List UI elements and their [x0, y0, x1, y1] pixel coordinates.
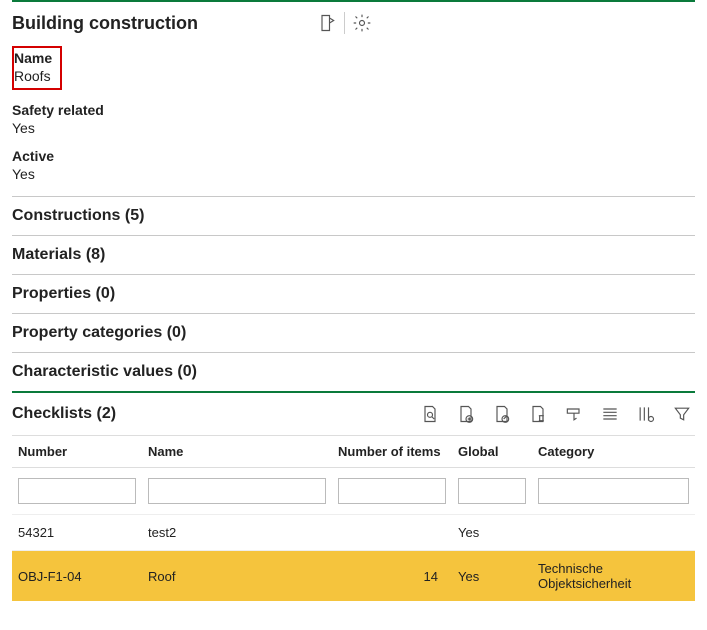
filter-name[interactable]: [148, 478, 326, 504]
checklists-toolbar: [417, 401, 695, 427]
cell-count: [332, 515, 452, 551]
filter-icon[interactable]: [669, 401, 695, 427]
cell-number: OBJ-F1-04: [12, 551, 142, 602]
safety-value: Yes: [12, 120, 695, 136]
safety-related-field: Safety related Yes: [12, 102, 695, 136]
cell-global: Yes: [452, 515, 532, 551]
name-value: Roofs: [14, 68, 52, 84]
checklists-title[interactable]: Checklists (2): [12, 405, 116, 423]
section-characteristic-values[interactable]: Characteristic values (0): [12, 352, 695, 391]
name-label: Name: [14, 50, 52, 66]
checklists-table: Number Name Number of items Global Categ…: [12, 435, 695, 601]
section-properties[interactable]: Properties (0): [12, 274, 695, 313]
active-value: Yes: [12, 166, 695, 182]
cell-category: [532, 515, 695, 551]
cell-name: test2: [142, 515, 332, 551]
cell-number: 54321: [12, 515, 142, 551]
gear-icon[interactable]: [349, 10, 375, 36]
delete-doc-icon[interactable]: [525, 401, 551, 427]
section-property-categories[interactable]: Property categories (0): [12, 313, 695, 352]
section-materials[interactable]: Materials (8): [12, 235, 695, 274]
toolbar-divider: [344, 12, 345, 34]
filter-count[interactable]: [338, 478, 446, 504]
checklists-header: Checklists (2): [12, 393, 695, 435]
col-name[interactable]: Name: [142, 436, 332, 468]
brush-icon[interactable]: [561, 401, 587, 427]
col-global[interactable]: Global: [452, 436, 532, 468]
columns-settings-icon[interactable]: [633, 401, 659, 427]
name-field-highlight: Name Roofs: [12, 46, 62, 90]
active-field: Active Yes: [12, 148, 695, 182]
list-icon[interactable]: [597, 401, 623, 427]
safety-label: Safety related: [12, 102, 695, 118]
filter-global[interactable]: [458, 478, 526, 504]
filter-number[interactable]: [18, 478, 136, 504]
search-doc-icon[interactable]: [417, 401, 443, 427]
link-doc-icon[interactable]: [489, 401, 515, 427]
cell-count: 14: [332, 551, 452, 602]
section-constructions[interactable]: Constructions (5): [12, 196, 695, 235]
col-count[interactable]: Number of items: [332, 436, 452, 468]
table-row[interactable]: OBJ-F1-04 Roof 14 Yes Technische Objekts…: [12, 551, 695, 602]
filter-category[interactable]: [538, 478, 689, 504]
add-doc-icon[interactable]: [453, 401, 479, 427]
page-title: Building construction: [12, 13, 198, 34]
col-number[interactable]: Number: [12, 436, 142, 468]
detail-header: Building construction: [12, 2, 695, 42]
col-category[interactable]: Category: [532, 436, 695, 468]
cell-name: Roof: [142, 551, 332, 602]
table-header-row: Number Name Number of items Global Categ…: [12, 436, 695, 468]
cell-category: Technische Objektsicherheit: [532, 551, 695, 602]
cell-global: Yes: [452, 551, 532, 602]
active-label: Active: [12, 148, 695, 164]
table-row[interactable]: 54321 test2 Yes: [12, 515, 695, 551]
edit-icon[interactable]: [314, 10, 340, 36]
filter-row: [12, 468, 695, 515]
